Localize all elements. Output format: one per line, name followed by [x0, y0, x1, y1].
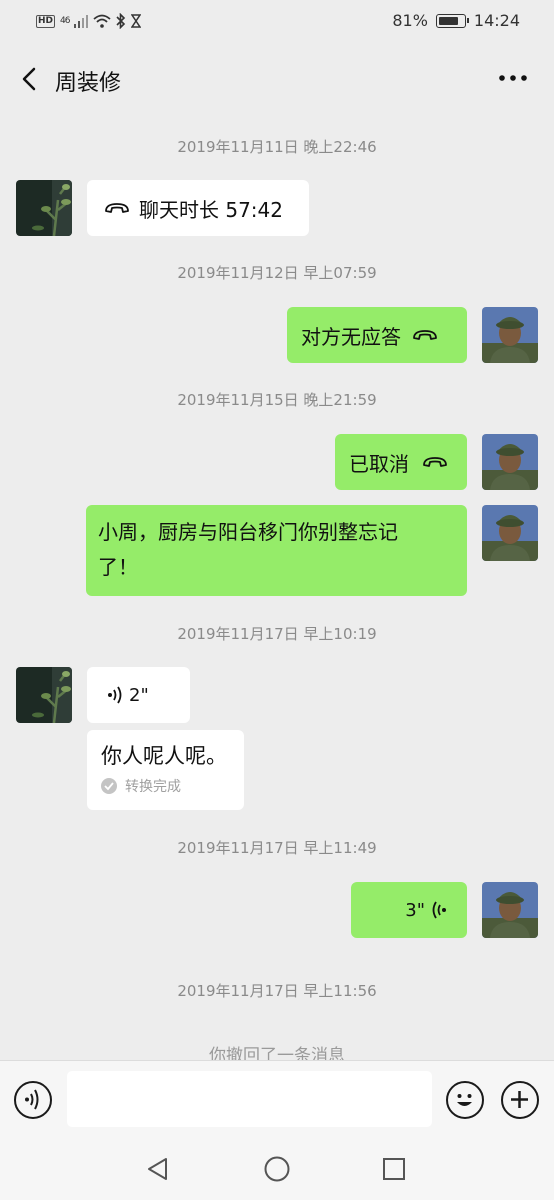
message-text-line: 小周，厨房与阳台移门你别整忘记: [98, 520, 398, 544]
wifi-icon: [93, 14, 112, 28]
signal-label: 46: [60, 16, 71, 26]
timestamp: 2019年11月15日 晚上21:59: [177, 391, 377, 409]
voice-wave-icon: [108, 686, 122, 704]
voice-message-bubble[interactable]: 2": [87, 667, 190, 723]
hd-badge: HD: [36, 14, 56, 28]
soldier-avatar-image: [482, 505, 538, 561]
avatar-contact[interactable]: [16, 180, 72, 236]
status-time: 14:24: [473, 11, 520, 30]
timestamp: 2019年11月17日 早上10:19: [177, 625, 377, 643]
emoji-icon[interactable]: [446, 1081, 484, 1119]
battery-fill: [438, 16, 458, 25]
check-circle-icon: [101, 778, 117, 794]
triangle-back-icon[interactable]: [145, 1156, 171, 1182]
hourglass-icon: [131, 14, 142, 28]
square-recents-icon[interactable]: [381, 1156, 407, 1182]
transcription-status: 转换完成: [101, 776, 230, 796]
plus-icon[interactable]: [501, 1081, 539, 1119]
battery-icon: [435, 13, 469, 28]
timestamp: 2019年11月17日 早上11:56: [177, 982, 377, 1000]
status-left: HD 46: [36, 13, 142, 29]
call-duration-bubble[interactable]: 聊天时长 57:42: [87, 180, 309, 236]
more-dots-icon[interactable]: [498, 68, 528, 88]
avatar-self[interactable]: [482, 434, 538, 490]
timestamp: 2019年11月12日 早上07:59: [177, 264, 377, 282]
phone-hangup-icon: [105, 203, 129, 213]
call-cancelled-bubble[interactable]: 已取消: [335, 434, 467, 490]
phone-hangup-icon: [423, 457, 447, 467]
avatar-self[interactable]: [482, 505, 538, 561]
voice-message-bubble[interactable]: 3": [351, 882, 467, 938]
timestamp: 2019年11月17日 早上11:49: [177, 839, 377, 857]
chat-header: 周装修: [0, 46, 554, 112]
call-no-answer-bubble[interactable]: 对方无应答: [287, 307, 467, 363]
status-right: 81% 14:24: [392, 11, 520, 30]
text-message-bubble[interactable]: 小周，厨房与阳台移门你别整忘记 了！: [86, 505, 467, 596]
call-status-text: 已取消: [349, 451, 409, 476]
message-list[interactable]: 2019年11月11日 晚上22:46 聊天时长 57:42 2019年11月1…: [0, 112, 554, 1066]
soldier-avatar-image: [482, 307, 538, 363]
call-duration-text: 聊天时长 57:42: [139, 197, 283, 222]
timestamp: 2019年11月11日 晚上22:46: [177, 138, 377, 156]
avatar-contact[interactable]: [16, 667, 72, 723]
chevron-left-icon[interactable]: [18, 64, 44, 94]
signal-icon: [74, 14, 89, 28]
voice-wave-icon: [432, 901, 446, 919]
transcription-text: 你人呢人呢。: [101, 744, 227, 768]
transcription-status-text: 转换完成: [125, 779, 181, 795]
soldier-avatar-image: [482, 434, 538, 490]
avatar-self[interactable]: [482, 882, 538, 938]
plant-avatar-image: [16, 667, 72, 723]
phone-hangup-icon: [413, 330, 437, 340]
plant-avatar-image: [16, 180, 72, 236]
chat-title: 周装修: [55, 71, 122, 96]
voice-duration: 3": [405, 899, 425, 921]
call-status-text: 对方无应答: [301, 324, 401, 349]
voice-icon[interactable]: [14, 1081, 52, 1119]
status-bar: HD 46 81% 14:24: [0, 0, 554, 46]
input-bar: [0, 1060, 554, 1138]
soldier-avatar-image: [482, 882, 538, 938]
system-navigation: [0, 1138, 554, 1200]
voice-transcription-bubble[interactable]: 你人呢人呢。 转换完成: [87, 730, 244, 810]
message-text-line: 了！: [98, 555, 138, 579]
avatar-self[interactable]: [482, 307, 538, 363]
bluetooth-icon: [116, 13, 126, 29]
battery-percent: 81%: [392, 11, 428, 30]
voice-duration: 2": [129, 684, 149, 706]
circle-home-icon[interactable]: [263, 1155, 291, 1183]
message-input[interactable]: [67, 1071, 432, 1127]
